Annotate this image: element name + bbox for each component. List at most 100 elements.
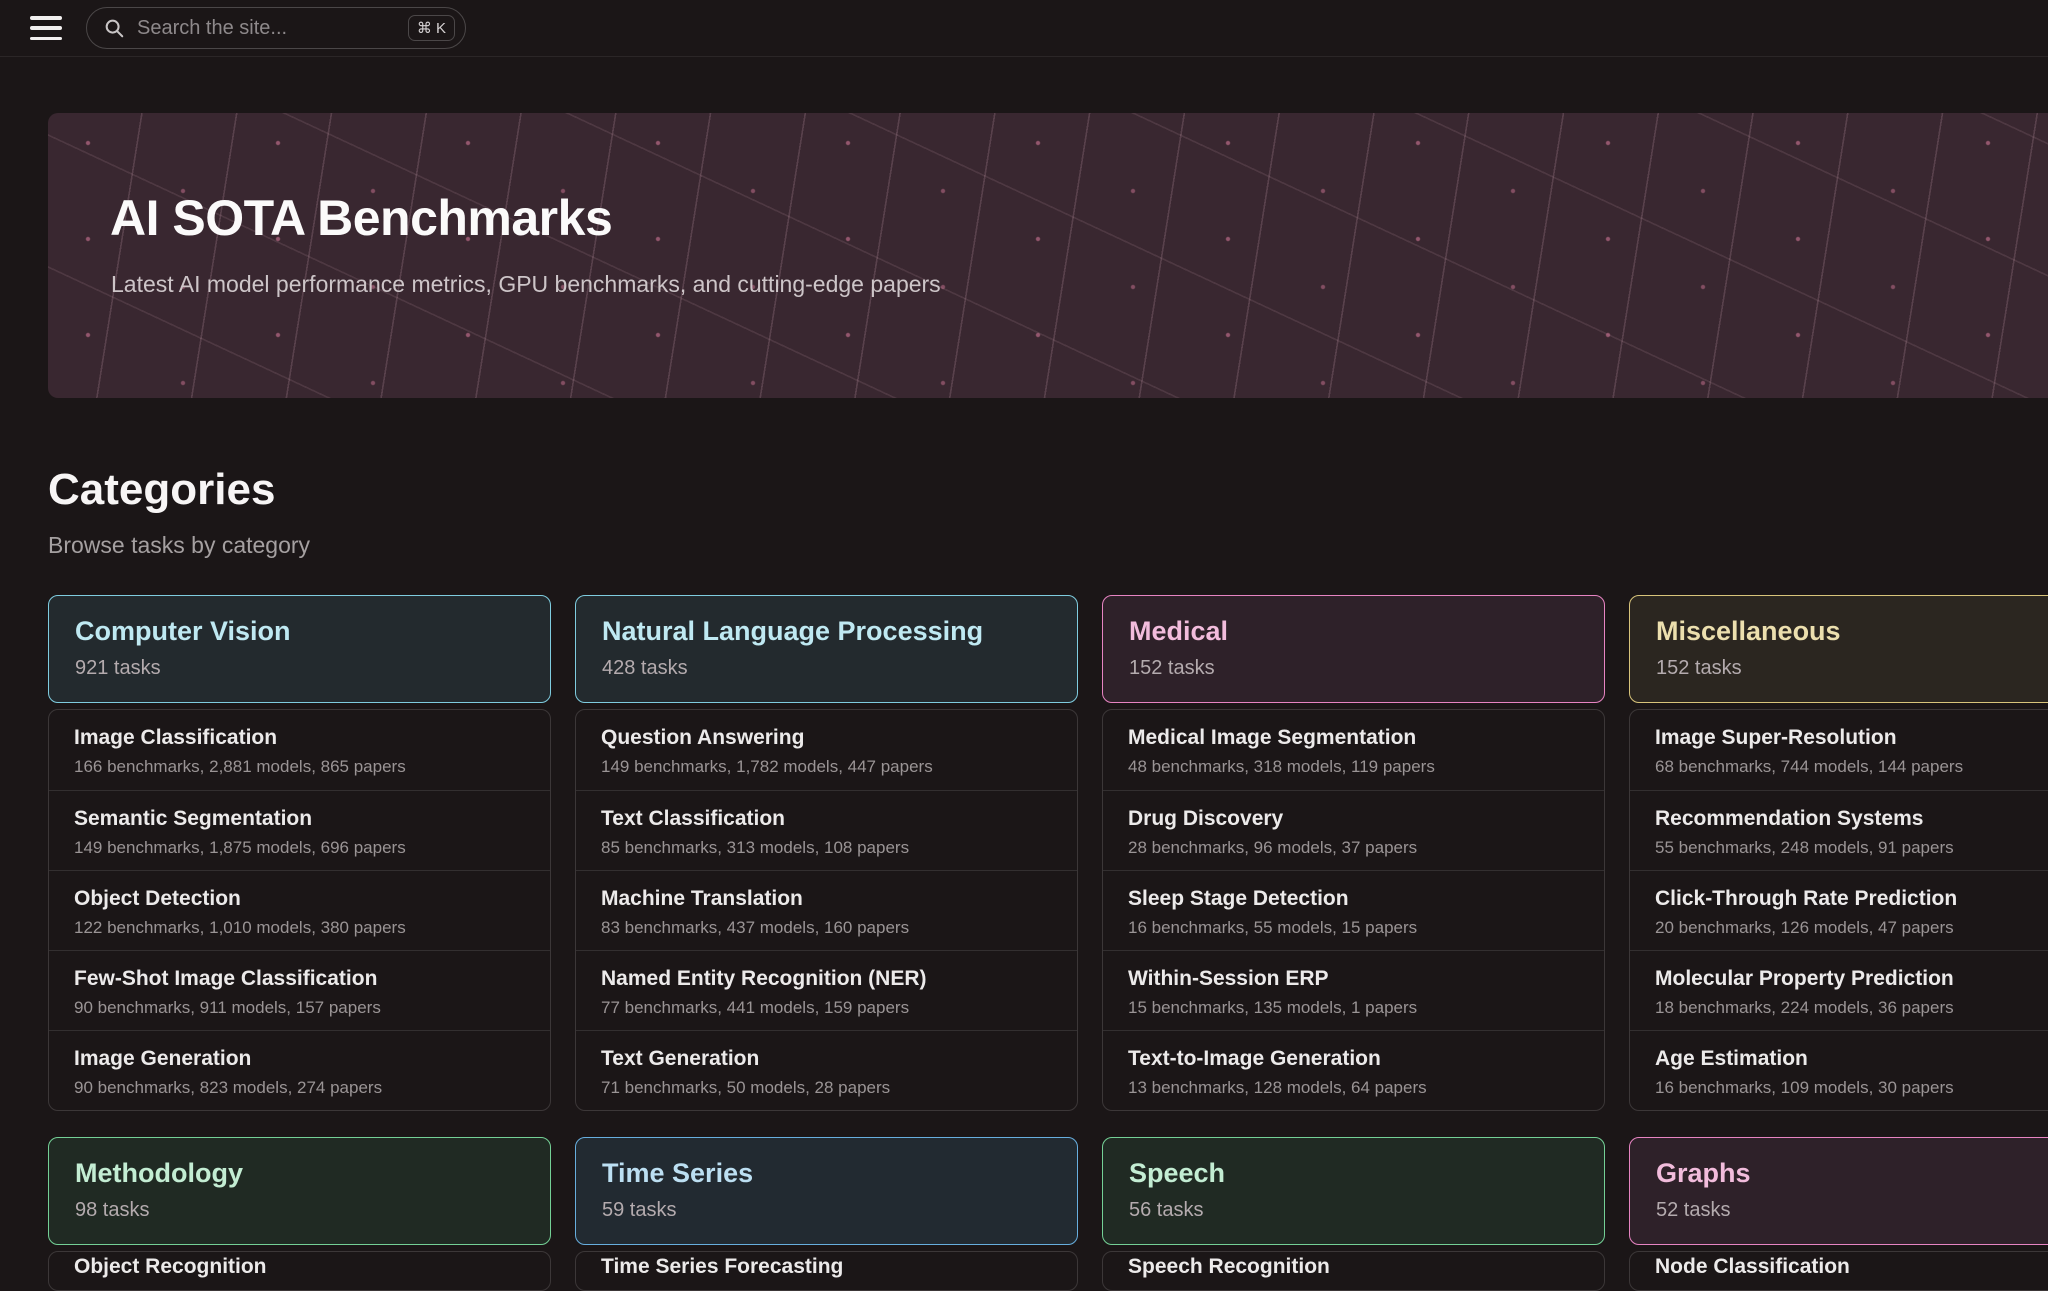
category-task-count: 98 tasks xyxy=(75,1199,524,1222)
task-item-object-detection[interactable]: Object Detection122 benchmarks, 1,010 mo… xyxy=(49,870,550,950)
task-title: Drug Discovery xyxy=(1128,806,1579,832)
task-item-text-classification[interactable]: Text Classification85 benchmarks, 313 mo… xyxy=(576,790,1077,870)
task-title: Click-Through Rate Prediction xyxy=(1655,886,2048,912)
category-title: Miscellaneous xyxy=(1656,617,2048,647)
task-stats: 71 benchmarks, 50 models, 28 papers xyxy=(601,1078,1052,1098)
task-item-click-through-rate-prediction[interactable]: Click-Through Rate Prediction20 benchmar… xyxy=(1630,870,2048,950)
site-search[interactable]: ⌘ K xyxy=(86,7,466,49)
task-stats: 77 benchmarks, 441 models, 159 papers xyxy=(601,998,1052,1018)
category-title: Speech xyxy=(1129,1159,1578,1189)
category-column-methodology: Methodology 98 tasks Object Recognition xyxy=(48,1137,551,1291)
task-title: Recommendation Systems xyxy=(1655,806,2048,832)
category-card-natural-language-processing[interactable]: Natural Language Processing 428 tasks xyxy=(575,595,1078,703)
category-task-count: 921 tasks xyxy=(75,657,524,680)
task-stats: 149 benchmarks, 1,875 models, 696 papers xyxy=(74,838,525,858)
task-item-within-session-erp[interactable]: Within-Session ERP15 benchmarks, 135 mod… xyxy=(1103,950,1604,1030)
task-title: Text Generation xyxy=(601,1046,1052,1072)
task-item-medical-image-segmentation[interactable]: Medical Image Segmentation 48 benchmarks,… xyxy=(1103,710,1604,790)
task-item-image-super-resolution[interactable]: Image Super-Resolution68 benchmarks, 744… xyxy=(1630,710,2048,790)
task-stats: 55 benchmarks, 248 models, 91 papers xyxy=(1655,838,2048,858)
task-stats: 16 benchmarks, 55 models, 15 papers xyxy=(1128,918,1579,938)
category-column-computer-vision: Computer Vision 921 tasks Image Classifi… xyxy=(48,595,551,1111)
task-stats: 16 benchmarks, 109 models, 30 papers xyxy=(1655,1078,2048,1098)
task-stats: 18 benchmarks, 224 models, 36 papers xyxy=(1655,998,2048,1018)
task-item-molecular-property-prediction[interactable]: Molecular Property Prediction 18 benchmar… xyxy=(1630,950,2048,1030)
task-list: Question Answering149 benchmarks, 1,782 … xyxy=(575,709,1078,1111)
category-task-count: 56 tasks xyxy=(1129,1199,1578,1222)
category-card-graphs[interactable]: Graphs 52 tasks xyxy=(1629,1137,2048,1245)
task-title: Named Entity Recognition (NER) xyxy=(601,966,1052,992)
task-item-image-generation[interactable]: Image Generation 90 benchmarks, 823 model… xyxy=(49,1030,550,1110)
task-item-text-generation[interactable]: Text Generation 71 benchmarks, 50 models,… xyxy=(576,1030,1077,1110)
category-task-count: 152 tasks xyxy=(1656,657,2048,680)
task-title: Medical Image Segmentation xyxy=(1128,725,1579,751)
category-title: Methodology xyxy=(75,1159,524,1189)
categories-section-head: Categories Browse tasks by category xyxy=(48,468,2048,559)
categories-subheading: Browse tasks by category xyxy=(48,532,2048,559)
task-item-recommendation-systems[interactable]: Recommendation Systems 55 benchmarks, 248… xyxy=(1630,790,2048,870)
task-stats: 28 benchmarks, 96 models, 37 papers xyxy=(1128,838,1579,858)
task-item-object-recognition[interactable]: Object Recognition xyxy=(49,1252,550,1290)
category-task-count: 428 tasks xyxy=(602,657,1051,680)
category-card-methodology[interactable]: Methodology 98 tasks xyxy=(48,1137,551,1245)
task-stats: 83 benchmarks, 437 models, 160 papers xyxy=(601,918,1052,938)
task-item-semantic-segmentation[interactable]: Semantic Segmentation149 benchmarks, 1,8… xyxy=(49,790,550,870)
task-list: Image Classification 166 benchmarks, 2,88… xyxy=(48,709,551,1111)
task-item-question-answering[interactable]: Question Answering149 benchmarks, 1,782 … xyxy=(576,710,1077,790)
category-card-computer-vision[interactable]: Computer Vision 921 tasks xyxy=(48,595,551,703)
task-title: Speech Recognition xyxy=(1128,1254,1579,1280)
task-stats: 166 benchmarks, 2,881 models, 865 papers xyxy=(74,757,525,777)
search-icon xyxy=(103,17,125,39)
task-item-sleep-stage-detection[interactable]: Sleep Stage Detection 16 benchmarks, 55 m… xyxy=(1103,870,1604,950)
page-title: AI SOTA Benchmarks xyxy=(48,113,2048,243)
task-item-node-classification[interactable]: Node Classification xyxy=(1630,1252,2048,1290)
category-title: Medical xyxy=(1129,617,1578,647)
task-title: Age Estimation xyxy=(1655,1046,2048,1072)
task-list: Object Recognition xyxy=(48,1251,551,1291)
task-stats: 48 benchmarks, 318 models, 119 papers xyxy=(1128,757,1579,777)
task-item-age-estimation[interactable]: Age Estimation 16 benchmarks, 109 models,… xyxy=(1630,1030,2048,1110)
task-list: Medical Image Segmentation 48 benchmarks,… xyxy=(1102,709,1605,1111)
task-list: Node Classification xyxy=(1629,1251,2048,1291)
task-stats: 90 benchmarks, 911 models, 157 papers xyxy=(74,998,525,1018)
menu-icon[interactable] xyxy=(30,16,62,40)
task-title: Image Generation xyxy=(74,1046,525,1072)
category-column-miscellaneous: Miscellaneous 152 tasks Image Super-Reso… xyxy=(1629,595,2048,1111)
task-title: Molecular Property Prediction xyxy=(1655,966,2048,992)
search-input[interactable] xyxy=(135,16,408,41)
task-title: Object Detection xyxy=(74,886,525,912)
task-title: Within-Session ERP xyxy=(1128,966,1579,992)
task-item-text-to-image-generation[interactable]: Text-to-Image Generation 13 benchmarks, 1… xyxy=(1103,1030,1604,1110)
category-title: Time Series xyxy=(602,1159,1051,1189)
category-column-speech: Speech 56 tasks Speech Recognition xyxy=(1102,1137,1605,1291)
category-task-count: 52 tasks xyxy=(1656,1199,2048,1222)
category-card-medical[interactable]: Medical 152 tasks xyxy=(1102,595,1605,703)
category-card-speech[interactable]: Speech 56 tasks xyxy=(1102,1137,1605,1245)
task-stats: 13 benchmarks, 128 models, 64 papers xyxy=(1128,1078,1579,1098)
task-item-speech-recognition[interactable]: Speech Recognition xyxy=(1103,1252,1604,1290)
category-title: Computer Vision xyxy=(75,617,524,647)
task-item-drug-discovery[interactable]: Drug Discovery 28 benchmarks, 96 models, … xyxy=(1103,790,1604,870)
category-card-time-series[interactable]: Time Series 59 tasks xyxy=(575,1137,1078,1245)
task-item-few-shot-image-classification[interactable]: Few-Shot Image Classification90 benchmar… xyxy=(49,950,550,1030)
task-stats: 90 benchmarks, 823 models, 274 papers xyxy=(74,1078,525,1098)
task-title: Image Classification xyxy=(74,725,525,751)
task-item-named-entity-recognition-ner[interactable]: Named Entity Recognition (NER) 77 benchma… xyxy=(576,950,1077,1030)
task-item-time-series-forecasting[interactable]: Time Series Forecasting xyxy=(576,1252,1077,1290)
category-task-count: 152 tasks xyxy=(1129,657,1578,680)
task-title: Sleep Stage Detection xyxy=(1128,886,1579,912)
category-card-miscellaneous[interactable]: Miscellaneous 152 tasks xyxy=(1629,595,2048,703)
task-item-machine-translation[interactable]: Machine Translation83 benchmarks, 437 mo… xyxy=(576,870,1077,950)
hero-banner: AI SOTA Benchmarks Latest AI model perfo… xyxy=(48,113,2048,398)
category-title: Graphs xyxy=(1656,1159,2048,1189)
task-title: Image Super-Resolution xyxy=(1655,725,2048,751)
category-task-count: 59 tasks xyxy=(602,1199,1051,1222)
category-column-natural-language-processing: Natural Language Processing 428 tasks Qu… xyxy=(575,595,1078,1111)
task-title: Object Recognition xyxy=(74,1254,525,1280)
task-title: Text-to-Image Generation xyxy=(1128,1046,1579,1072)
task-title: Time Series Forecasting xyxy=(601,1254,1052,1280)
task-title: Text Classification xyxy=(601,806,1052,832)
task-item-image-classification[interactable]: Image Classification 166 benchmarks, 2,88… xyxy=(49,710,550,790)
categories-heading: Categories xyxy=(48,468,2048,512)
category-column-time-series: Time Series 59 tasks Time Series Forecas… xyxy=(575,1137,1078,1291)
